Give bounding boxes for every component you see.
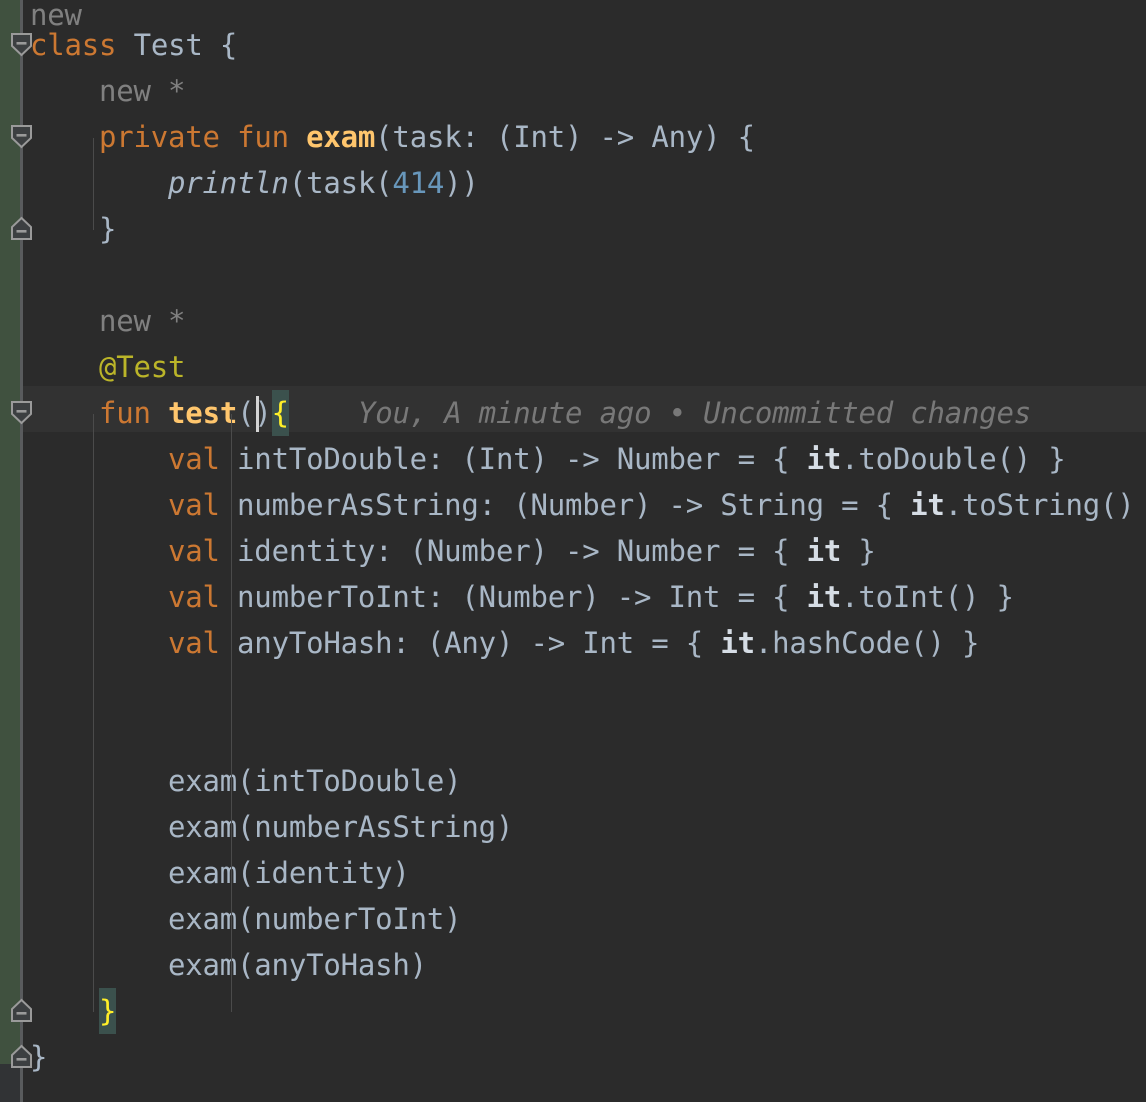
matched-brace: } (99, 988, 116, 1034)
code-token: () (237, 396, 272, 430)
code-token: .hashCode() } (754, 626, 980, 660)
code-line[interactable]: new * (23, 298, 1146, 344)
code-token: } (841, 534, 876, 568)
code-token: exam(numberAsString) (168, 810, 514, 844)
code-line[interactable]: fun test(){ You, A minute ago • Uncommit… (23, 390, 1146, 436)
code-token: it (720, 626, 755, 660)
fold-collapse-icon[interactable] (8, 31, 35, 58)
code-line[interactable]: new * (23, 68, 1146, 114)
code-line[interactable]: } (23, 1034, 1146, 1080)
text-caret (256, 396, 259, 432)
code-token: it (910, 488, 945, 522)
indent-guide (93, 414, 94, 1012)
fold-collapse-icon[interactable] (8, 123, 35, 150)
code-line[interactable] (23, 252, 1146, 298)
code-line[interactable]: val numberToInt: (Number) -> Int = { it.… (23, 574, 1146, 620)
code-line[interactable]: } (23, 988, 1146, 1034)
code-token: val (168, 626, 238, 660)
code-token: .toDouble() } (841, 442, 1066, 476)
code-token: fun (237, 120, 307, 154)
code-line[interactable]: @Test (23, 344, 1146, 390)
fold-end-icon[interactable] (8, 1043, 35, 1070)
inlay-hint: new * (99, 74, 186, 108)
code-token: val (168, 442, 238, 476)
code-token: it (806, 534, 842, 568)
code-line[interactable]: private fun exam(task: (Int) -> Any) { (23, 114, 1146, 160)
vcs-change-bar[interactable] (0, 0, 20, 1064)
fold-end-icon[interactable] (8, 997, 35, 1024)
code-line[interactable]: val intToDouble: (Int) -> Number = { it.… (23, 436, 1146, 482)
code-token: test (168, 396, 238, 430)
code-line[interactable]: exam(anyToHash) (23, 942, 1146, 988)
code-line[interactable]: exam(identity) (23, 850, 1146, 896)
code-token: exam(numberToInt) (168, 902, 462, 936)
code-token: exam (306, 120, 376, 154)
code-token: it (806, 580, 842, 614)
code-token: exam(identity) (168, 856, 410, 890)
code-line[interactable]: val numberAsString: (Number) -> String =… (23, 482, 1146, 528)
code-line[interactable]: class Test { (23, 22, 1146, 68)
vcs-inline-annotation: You, A minute ago • Uncommitted changes (357, 396, 1032, 430)
code-token: val (168, 488, 238, 522)
code-line[interactable] (23, 666, 1146, 712)
inlay-hint: new * (99, 304, 186, 338)
annotation-token: @Test (99, 350, 186, 384)
code-token: .toInt() } (841, 580, 1014, 614)
code-token: anyToHash: (Any) -> Int = { (237, 626, 721, 660)
matched-brace: { (271, 390, 289, 436)
code-token: println (168, 166, 289, 200)
editor-gutter[interactable] (0, 0, 23, 1102)
code-line[interactable]: println(task(414)) (23, 160, 1146, 206)
code-token: )) (444, 166, 479, 200)
code-token: identity: (Number) -> Number = { (237, 534, 807, 568)
code-token: val (168, 534, 238, 568)
code-token: (task( (288, 166, 393, 200)
fold-collapse-icon[interactable] (8, 399, 35, 426)
code-text-area[interactable]: new class Test {new * private fun exam(tas… (23, 0, 1146, 1102)
code-token: (task: (Int) -> Any) { (375, 120, 755, 154)
code-token: numberAsString: (Number) -> String = { (237, 488, 911, 522)
indent-guide (93, 138, 94, 230)
code-token: private (99, 120, 238, 154)
code-editor[interactable]: new class Test {new * private fun exam(tas… (0, 0, 1146, 1102)
code-line[interactable]: } (23, 206, 1146, 252)
code-line[interactable] (23, 712, 1146, 758)
gutter-separator (20, 0, 23, 1102)
code-token: } (99, 212, 117, 246)
code-token: exam(anyToHash) (168, 948, 427, 982)
code-token: class (30, 28, 134, 62)
code-token: numberToInt: (Number) -> Int = { (237, 580, 807, 614)
code-line[interactable]: exam(numberAsString) (23, 804, 1146, 850)
code-line[interactable]: val anyToHash: (Any) -> Int = { it.hashC… (23, 620, 1146, 666)
indent-guide (231, 414, 232, 1012)
code-token: val (168, 580, 238, 614)
code-line[interactable]: val identity: (Number) -> Number = { it … (23, 528, 1146, 574)
code-token: Test { (133, 28, 238, 62)
fold-end-icon[interactable] (8, 215, 35, 242)
code-token: it (806, 442, 842, 476)
code-line[interactable]: exam(numberToInt) (23, 896, 1146, 942)
code-token: intToDouble: (Int) -> Number = { (237, 442, 807, 476)
code-token: 414 (392, 166, 445, 200)
code-token: .toString() } (944, 488, 1135, 522)
code-token: exam(intToDouble) (168, 764, 462, 798)
code-token: fun (99, 396, 169, 430)
code-line[interactable]: exam(intToDouble) (23, 758, 1146, 804)
